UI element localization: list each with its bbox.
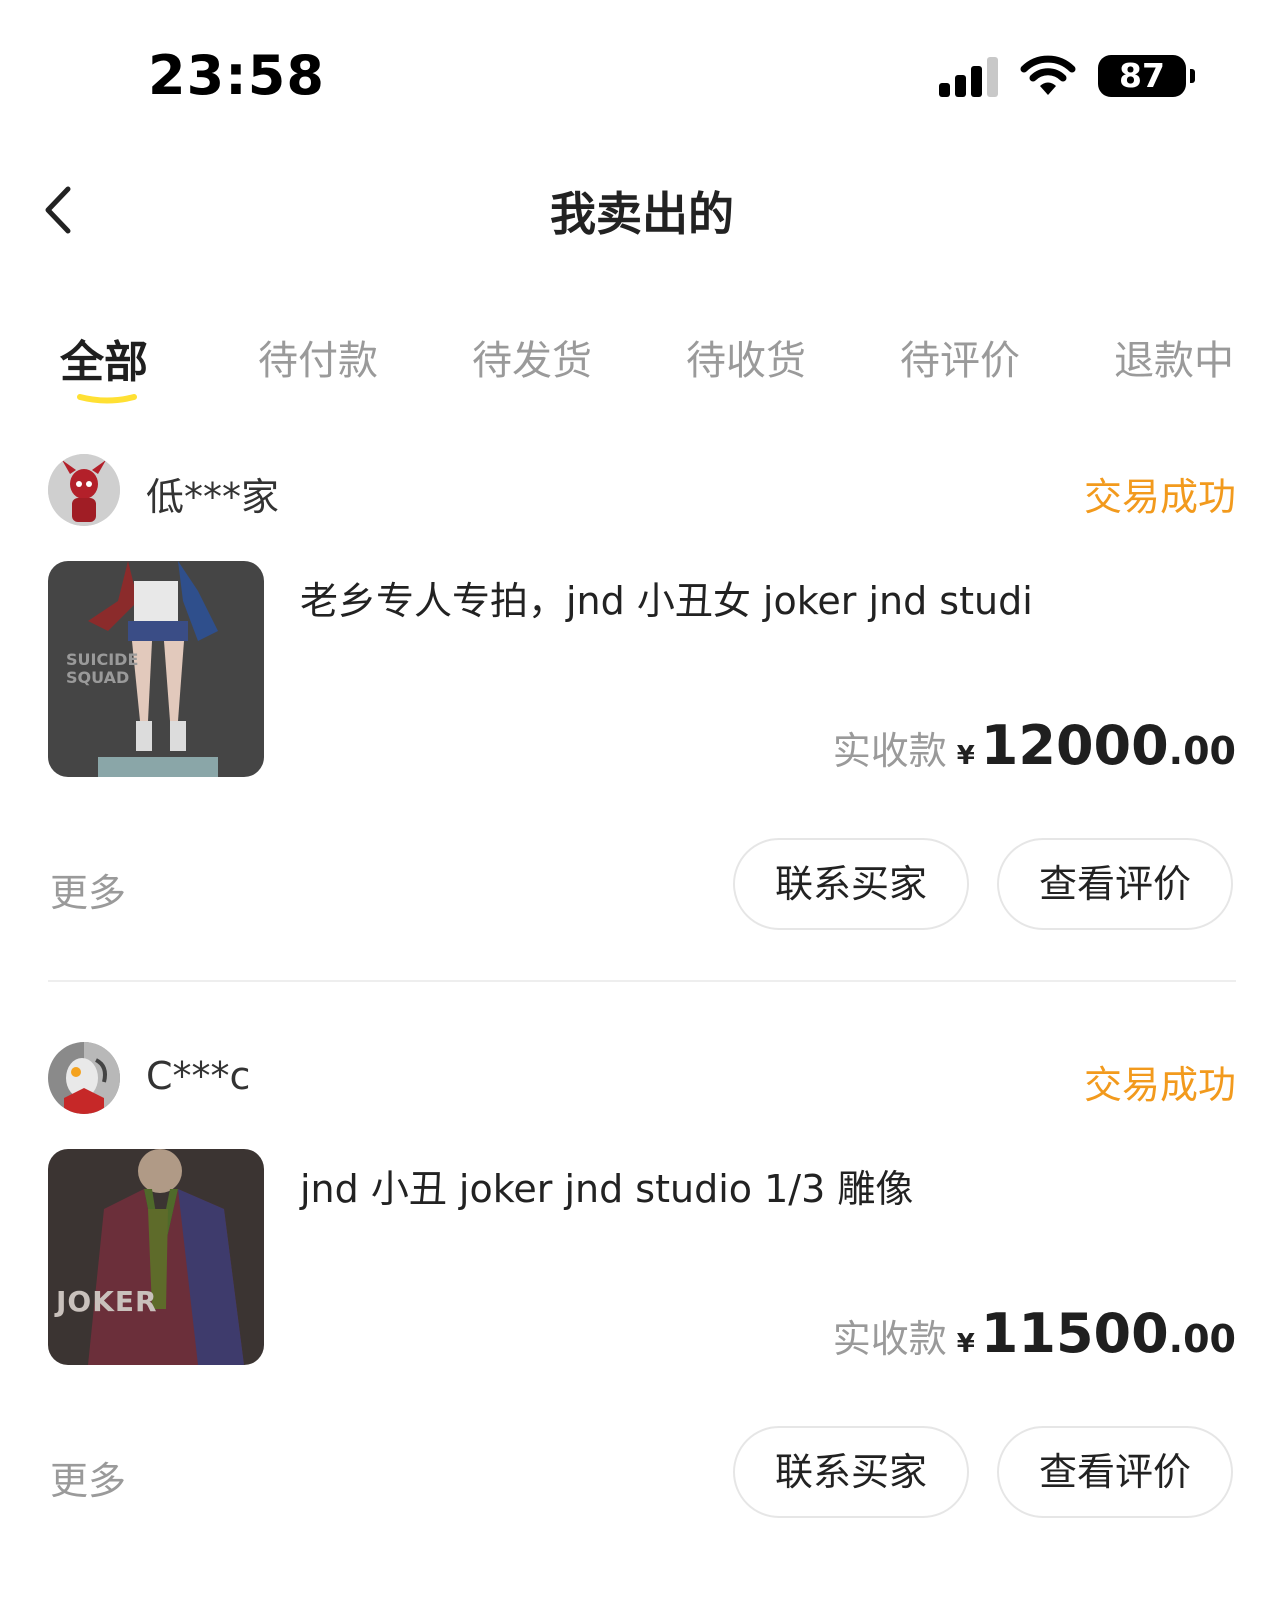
currency-symbol: ¥ bbox=[956, 741, 975, 771]
battery-icon: 87 bbox=[1098, 55, 1195, 97]
order-card: 低***家 交易成功 SUICIDE SQUAD 老乡专人专拍，jnd 小丑女 … bbox=[0, 452, 1284, 1012]
price-integer: 12000 bbox=[980, 714, 1169, 777]
buyer-name: C***c bbox=[146, 1054, 251, 1098]
buyer-avatar[interactable] bbox=[48, 454, 120, 526]
order-status-tabs: 全部 待付款 待发货 待收货 待评价 退款中 bbox=[0, 328, 1284, 418]
price-decimal: .00 bbox=[1168, 729, 1236, 773]
status-time: 23:58 bbox=[148, 44, 325, 107]
product-thumbnail[interactable]: JOKER bbox=[48, 1149, 264, 1365]
page-title: 我卖出的 bbox=[550, 187, 734, 241]
cellular-signal-icon bbox=[939, 55, 998, 97]
tab-pending-shipment[interactable]: 待发货 bbox=[472, 328, 592, 386]
product-thumbnail[interactable]: SUICIDE SQUAD bbox=[48, 561, 264, 777]
product-title[interactable]: jnd 小丑 joker jnd studio 1/3 雕像 bbox=[300, 1158, 913, 1213]
view-review-button[interactable]: 查看评价 bbox=[997, 838, 1233, 930]
product-title[interactable]: 老乡专人专拍，jnd 小丑女 joker jnd studi bbox=[300, 570, 1033, 625]
order-status: 交易成功 bbox=[1083, 475, 1236, 519]
tab-pending-receipt[interactable]: 待收货 bbox=[686, 328, 806, 386]
thumbnail-watermark: SUICIDE SQUAD bbox=[66, 650, 139, 687]
more-button[interactable]: 更多 bbox=[50, 1450, 126, 1505]
order-divider bbox=[48, 980, 1236, 982]
view-review-button[interactable]: 查看评价 bbox=[997, 1426, 1233, 1518]
price-integer: 11500 bbox=[980, 1302, 1169, 1365]
tab-pending-review[interactable]: 待评价 bbox=[900, 328, 1020, 386]
buyer-avatar[interactable] bbox=[48, 1042, 120, 1114]
tab-refunding[interactable]: 退款中 bbox=[1114, 328, 1234, 386]
received-amount: 实收款 ¥ 12000 .00 bbox=[833, 714, 1236, 777]
contact-buyer-button[interactable]: 联系买家 bbox=[733, 1426, 969, 1518]
currency-symbol: ¥ bbox=[956, 1329, 975, 1359]
buyer-name: 低***家 bbox=[146, 475, 280, 519]
status-icons: 87 bbox=[939, 54, 1195, 98]
received-amount-label: 实收款 bbox=[832, 729, 947, 773]
thumbnail-watermark: JOKER bbox=[56, 1285, 158, 1318]
received-amount-label: 实收款 bbox=[832, 1317, 947, 1361]
more-button[interactable]: 更多 bbox=[50, 862, 126, 917]
order-card: C***c 交易成功 JOKER jnd 小丑 joker jnd studio… bbox=[0, 1040, 1284, 1600]
price-decimal: .00 bbox=[1168, 1317, 1236, 1361]
active-tab-underline bbox=[77, 394, 137, 404]
contact-buyer-button[interactable]: 联系买家 bbox=[733, 838, 969, 930]
tab-all[interactable]: 全部 bbox=[60, 326, 148, 390]
order-status: 交易成功 bbox=[1083, 1063, 1236, 1107]
wifi-icon bbox=[1020, 55, 1076, 95]
received-amount: 实收款 ¥ 11500 .00 bbox=[833, 1302, 1236, 1365]
tab-pending-payment[interactable]: 待付款 bbox=[258, 328, 378, 386]
